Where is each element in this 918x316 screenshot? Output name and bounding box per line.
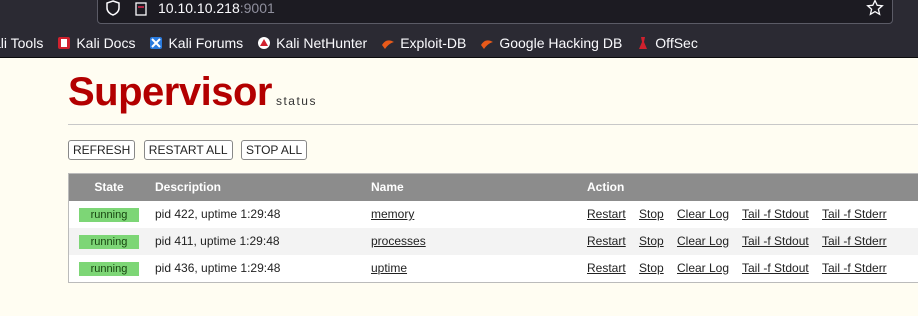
bookmark-google-hacking-db[interactable]: Google Hacking DB bbox=[480, 35, 622, 51]
kali-nethunter-icon bbox=[257, 36, 271, 50]
tail-stderr-link[interactable]: Tail -f Stderr bbox=[822, 228, 887, 255]
bookmark-label: Kali NetHunter bbox=[276, 34, 368, 51]
action-buttons: REFRESH RESTART ALL STOP ALL bbox=[68, 140, 311, 160]
restart-link[interactable]: Restart bbox=[587, 255, 626, 282]
process-name-link[interactable]: memory bbox=[371, 201, 414, 228]
bookmark-exploit-db[interactable]: Exploit-DB bbox=[381, 35, 466, 51]
bookmark-kali-docs[interactable]: Kali Docs bbox=[57, 35, 135, 51]
refresh-button[interactable]: REFRESH bbox=[68, 140, 136, 160]
exploit-db-icon bbox=[381, 36, 395, 50]
stop-link[interactable]: Stop bbox=[639, 255, 664, 282]
page-info-icon[interactable] bbox=[134, 2, 148, 21]
restart-all-button[interactable]: RESTART ALL bbox=[143, 140, 233, 160]
logo-subtitle: status bbox=[275, 94, 317, 108]
bookmark-label: ali Tools bbox=[0, 34, 44, 51]
table-row: running pid 411, uptime 1:29:48 processe… bbox=[69, 228, 918, 255]
kali-docs-icon bbox=[57, 36, 71, 50]
header-divider bbox=[68, 124, 918, 125]
process-description: pid 411, uptime 1:29:48 bbox=[155, 234, 280, 248]
process-description: pid 436, uptime 1:29:48 bbox=[155, 261, 281, 275]
table-row: running pid 422, uptime 1:29:48 memory R… bbox=[69, 201, 918, 228]
bookmark-label: Google Hacking DB bbox=[499, 34, 623, 51]
url-host: 10.10.10.218 bbox=[158, 0, 240, 16]
table-row: running pid 436, uptime 1:29:48 uptime R… bbox=[69, 255, 918, 282]
clear-log-link[interactable]: Clear Log bbox=[677, 201, 729, 228]
stop-link[interactable]: Stop bbox=[639, 201, 664, 228]
header-action: Action bbox=[587, 180, 625, 194]
status-badge: running bbox=[79, 262, 139, 276]
bookmark-kali-forums[interactable]: Kali Forums bbox=[149, 35, 243, 51]
bookmark-kali-tools[interactable]: ali Tools bbox=[0, 35, 43, 51]
supervisor-logo: Supervisor status bbox=[68, 70, 317, 115]
browser-toolbar: 10.10.10.218:9001 bbox=[0, 0, 918, 28]
process-name-link[interactable]: processes bbox=[371, 228, 426, 255]
header-description: Description bbox=[155, 180, 222, 194]
bookmark-offsec[interactable]: OffSec bbox=[636, 35, 698, 51]
bookmark-label: OffSec bbox=[655, 34, 698, 51]
bookmark-star-icon[interactable] bbox=[866, 0, 884, 22]
restart-link[interactable]: Restart bbox=[587, 228, 626, 255]
kali-forums-icon bbox=[149, 36, 163, 50]
url-text[interactable]: 10.10.10.218:9001 bbox=[158, 0, 275, 16]
bookmarks-bar: ali Tools Kali Docs Kali Forums Kali Net… bbox=[0, 28, 918, 58]
status-badge: running bbox=[79, 235, 139, 249]
tail-stdout-link[interactable]: Tail -f Stdout bbox=[742, 201, 809, 228]
logo-title: Supervisor bbox=[68, 70, 272, 114]
tail-stdout-link[interactable]: Tail -f Stdout bbox=[742, 228, 809, 255]
status-badge: running bbox=[79, 208, 139, 222]
tail-stderr-link[interactable]: Tail -f Stderr bbox=[822, 255, 887, 282]
header-name: Name bbox=[371, 180, 404, 194]
process-description: pid 422, uptime 1:29:48 bbox=[155, 207, 281, 221]
process-table: State Description Name Action running pi… bbox=[68, 173, 918, 283]
tail-stdout-link[interactable]: Tail -f Stdout bbox=[742, 255, 809, 282]
restart-link[interactable]: Restart bbox=[587, 201, 626, 228]
clear-log-link[interactable]: Clear Log bbox=[677, 228, 729, 255]
bookmark-label: Kali Forums bbox=[168, 34, 244, 51]
tail-stderr-link[interactable]: Tail -f Stderr bbox=[822, 201, 887, 228]
url-port: :9001 bbox=[239, 0, 275, 16]
process-name-link[interactable]: uptime bbox=[371, 255, 407, 282]
stop-all-button[interactable]: STOP ALL bbox=[240, 140, 308, 160]
header-state: State bbox=[94, 180, 124, 194]
offsec-icon bbox=[636, 36, 650, 50]
bookmark-label: Kali Docs bbox=[76, 34, 136, 51]
google-hacking-db-icon bbox=[480, 36, 494, 50]
bookmark-kali-nethunter[interactable]: Kali NetHunter bbox=[257, 35, 367, 51]
table-header: State Description Name Action bbox=[69, 174, 918, 201]
address-bar[interactable]: 10.10.10.218:9001 bbox=[97, 0, 893, 24]
shield-icon[interactable] bbox=[106, 0, 120, 21]
stop-link[interactable]: Stop bbox=[639, 228, 664, 255]
bookmark-label: Exploit-DB bbox=[400, 34, 467, 51]
clear-log-link[interactable]: Clear Log bbox=[677, 255, 729, 282]
